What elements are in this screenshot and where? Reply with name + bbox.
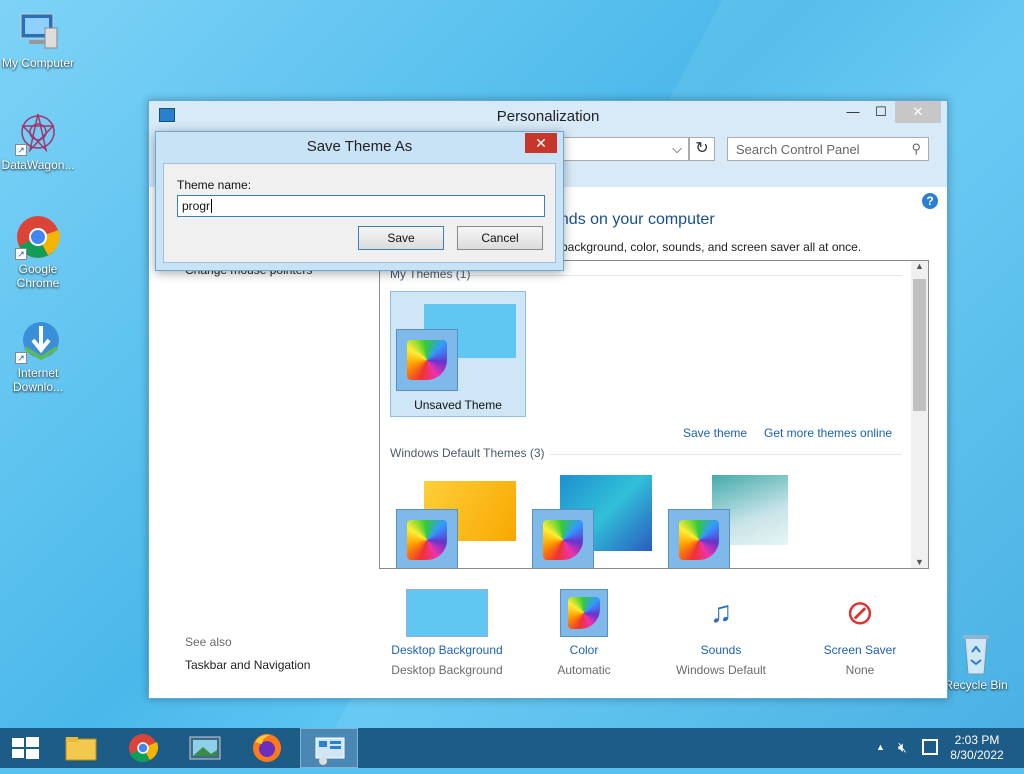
shortcut-arrow-icon: ↗ bbox=[15, 352, 27, 364]
sounds-icon: ♫ bbox=[709, 596, 733, 629]
scroll-up-icon[interactable]: ▲ bbox=[911, 261, 928, 271]
get-more-themes-link[interactable]: Get more themes online bbox=[764, 426, 892, 440]
scroll-down-icon[interactable]: ▼ bbox=[911, 557, 928, 567]
network-icon[interactable] bbox=[922, 739, 938, 755]
screen-saver-setting[interactable]: ⊘ Screen Saver None bbox=[810, 589, 910, 677]
desktop-icon-my-computer[interactable]: My Computer bbox=[0, 8, 76, 70]
themes-scrollbar[interactable]: ▲ ▼ bbox=[911, 261, 928, 568]
sounds-label[interactable]: Sounds bbox=[666, 643, 776, 657]
screen-saver-icon: ⊘ bbox=[845, 594, 875, 632]
screen-saver-value: None bbox=[845, 663, 875, 677]
show-hidden-icons[interactable]: ▲ bbox=[876, 742, 885, 752]
dialog-title: Save Theme As bbox=[306, 138, 413, 155]
desktop-background-label[interactable]: Desktop Background bbox=[386, 643, 508, 657]
window-titlebar[interactable]: Personalization — ☐ ✕ bbox=[149, 101, 947, 131]
minimize-button[interactable]: — bbox=[839, 101, 867, 123]
color-setting[interactable]: Color Automatic bbox=[534, 589, 634, 677]
datawagon-icon: ↗ bbox=[15, 110, 61, 156]
screen-saver-label[interactable]: Screen Saver bbox=[810, 643, 910, 657]
clock[interactable]: 2:03 PM 8/30/2022 bbox=[946, 733, 1008, 763]
taskbar-navigation-link[interactable]: Taskbar and Navigation bbox=[185, 658, 310, 672]
color-palette-icon bbox=[668, 509, 730, 568]
help-icon[interactable]: ? bbox=[922, 193, 938, 209]
desktop-background-setting[interactable]: Desktop Background Desktop Background bbox=[386, 589, 508, 677]
chrome-icon bbox=[129, 734, 159, 763]
desktop-icon-recycle-bin[interactable]: Recycle Bin bbox=[938, 630, 1014, 692]
desktop-icon-label: Google Chrome bbox=[16, 262, 60, 290]
taskbar: ▲ 🔇︎ 2:03 PM 8/30/2022 bbox=[0, 728, 1024, 768]
taskbar-firefox[interactable] bbox=[238, 728, 296, 768]
desktop-background-icon bbox=[406, 589, 488, 637]
desktop-icon-idm[interactable]: ↗ Internet Downlo... bbox=[0, 318, 76, 394]
search-placeholder: Search Control Panel bbox=[736, 142, 860, 157]
sounds-setting[interactable]: ♫ Sounds Windows Default bbox=[666, 589, 776, 677]
volume-muted-icon[interactable]: 🔇︎ bbox=[898, 739, 907, 756]
desktop-icon-label: My Computer bbox=[1, 56, 75, 70]
folder-icon bbox=[65, 737, 97, 761]
color-label[interactable]: Color bbox=[534, 643, 634, 657]
search-input[interactable]: Search Control Panel ⚲ bbox=[727, 137, 929, 161]
default-themes-header: Windows Default Themes (3) bbox=[390, 446, 545, 460]
firefox-icon bbox=[253, 734, 281, 762]
cancel-button[interactable]: Cancel bbox=[457, 226, 543, 250]
desktop-icon-chrome[interactable]: ↗ Google Chrome bbox=[0, 214, 76, 290]
unsaved-theme-tile[interactable]: Unsaved Theme bbox=[390, 291, 526, 417]
desktop-background-value: Desktop Background bbox=[391, 663, 503, 677]
save-theme-dialog: Save Theme As ✕ Theme name: progr Save C… bbox=[155, 131, 564, 271]
taskbar-file-explorer[interactable] bbox=[52, 728, 110, 768]
taskbar-chrome[interactable] bbox=[114, 728, 172, 768]
see-also-label: See also bbox=[185, 635, 232, 649]
desktop-icon-datawagon[interactable]: ↗ DataWagon... bbox=[0, 110, 76, 172]
unsaved-theme-label: Unsaved Theme bbox=[414, 398, 502, 412]
theme-name-value: progr bbox=[182, 199, 211, 213]
page-heading: unds on your computer bbox=[551, 211, 715, 228]
recycle-bin-icon bbox=[953, 630, 999, 676]
sounds-value: Windows Default bbox=[675, 663, 767, 677]
dialog-close-button[interactable]: ✕ bbox=[525, 133, 557, 153]
control-panel-icon bbox=[315, 737, 345, 765]
save-button[interactable]: Save bbox=[358, 226, 444, 250]
color-value: Automatic bbox=[557, 663, 611, 677]
taskbar-photo-viewer[interactable] bbox=[176, 728, 234, 768]
chevron-down-icon[interactable]: ⌵ bbox=[672, 141, 682, 157]
desktop-icon-label: Internet Downlo... bbox=[12, 366, 64, 394]
window-title: Personalization bbox=[496, 108, 600, 125]
computer-icon bbox=[15, 8, 61, 54]
clock-time: 2:03 PM bbox=[954, 733, 1000, 747]
dialog-body: Theme name: progr Save Cancel bbox=[163, 163, 556, 263]
download-manager-icon: ↗ bbox=[15, 318, 61, 364]
desktop-icon-label: DataWagon... bbox=[1, 158, 75, 172]
maximize-button[interactable]: ☐ bbox=[867, 101, 895, 123]
refresh-button[interactable]: ↻ bbox=[689, 137, 715, 161]
color-palette-icon bbox=[396, 509, 458, 568]
desktop-icon-label: Recycle Bin bbox=[944, 678, 1008, 692]
color-palette-icon bbox=[560, 589, 608, 637]
save-theme-link[interactable]: Save theme bbox=[683, 426, 747, 440]
page-subheading: p background, color, sounds, and screen … bbox=[551, 240, 862, 254]
themes-list[interactable]: My Themes (1) Unsaved Theme Save theme G… bbox=[379, 260, 929, 569]
search-icon: ⚲ bbox=[911, 141, 921, 156]
chrome-icon: ↗ bbox=[15, 214, 61, 260]
scrollbar-thumb[interactable] bbox=[913, 279, 926, 411]
theme-name-input[interactable]: progr bbox=[177, 195, 545, 217]
clock-date: 8/30/2022 bbox=[950, 748, 1004, 762]
color-palette-icon bbox=[396, 329, 458, 391]
theme-name-label: Theme name: bbox=[177, 178, 252, 192]
window-close-button[interactable]: ✕ bbox=[895, 101, 941, 123]
image-icon bbox=[189, 736, 221, 760]
windows-logo-icon bbox=[12, 737, 39, 759]
shortcut-arrow-icon: ↗ bbox=[15, 144, 27, 156]
taskbar-control-panel[interactable] bbox=[300, 728, 358, 768]
shortcut-arrow-icon: ↗ bbox=[15, 248, 27, 260]
color-palette-icon bbox=[532, 509, 594, 568]
start-button[interactable] bbox=[0, 728, 50, 768]
